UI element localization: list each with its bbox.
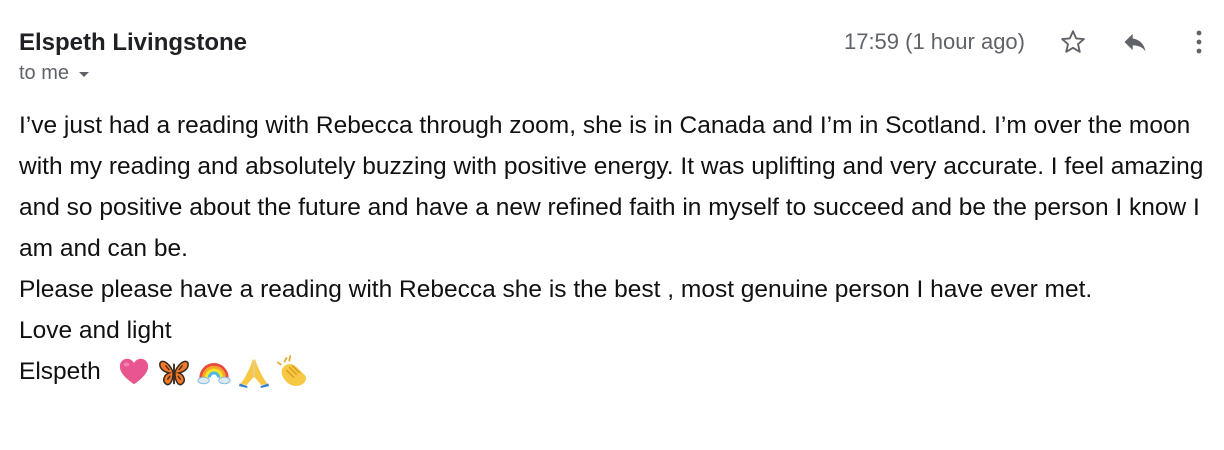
star-button[interactable] [1057,26,1089,58]
star-outline-icon [1061,30,1085,53]
butterfly-icon [158,360,189,385]
message-paragraph: Please please have a reading with Rebecc… [19,276,1093,303]
message-paragraph: I’ve just had a reading with Rebecca thr… [19,112,1204,262]
reply-arrow-icon [1124,33,1146,52]
message-timestamp: 17:59 (1 hour ago) [843,29,1025,54]
reply-button[interactable] [1119,26,1151,58]
emoji-row [117,354,311,390]
caret-down-icon [79,71,90,77]
recipient-label: to me [19,62,70,84]
heart-icon [119,358,148,384]
closing-line: Love and light [19,317,172,344]
more-options-button[interactable] [1189,26,1209,58]
vertical-dots-icon [1196,30,1202,54]
message-header: Elspeth Livingstone to me 17:59 (1 hour … [19,24,1209,88]
message-body: I’ve just had a reading with Rebecca thr… [19,105,1209,392]
rainbow-icon [197,362,231,384]
clapping-hands-icon [276,354,306,386]
folded-hands-icon [238,358,269,388]
signature: Elspeth [19,351,1209,392]
sender-name[interactable]: Elspeth Livingstone [19,28,247,58]
signature-name: Elspeth [19,358,101,385]
recipient-details-toggle[interactable]: to me [19,61,90,85]
